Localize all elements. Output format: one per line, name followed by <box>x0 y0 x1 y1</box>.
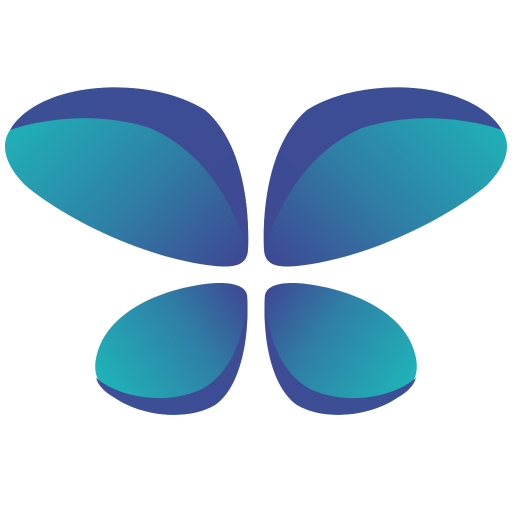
butterfly-logo-icon <box>5 87 507 415</box>
logo-canvas <box>0 0 512 512</box>
lower-right-wing <box>264 283 417 415</box>
upper-left-wing <box>5 87 249 267</box>
lower-left-wing <box>95 283 248 415</box>
upper-right-wing <box>263 87 507 267</box>
